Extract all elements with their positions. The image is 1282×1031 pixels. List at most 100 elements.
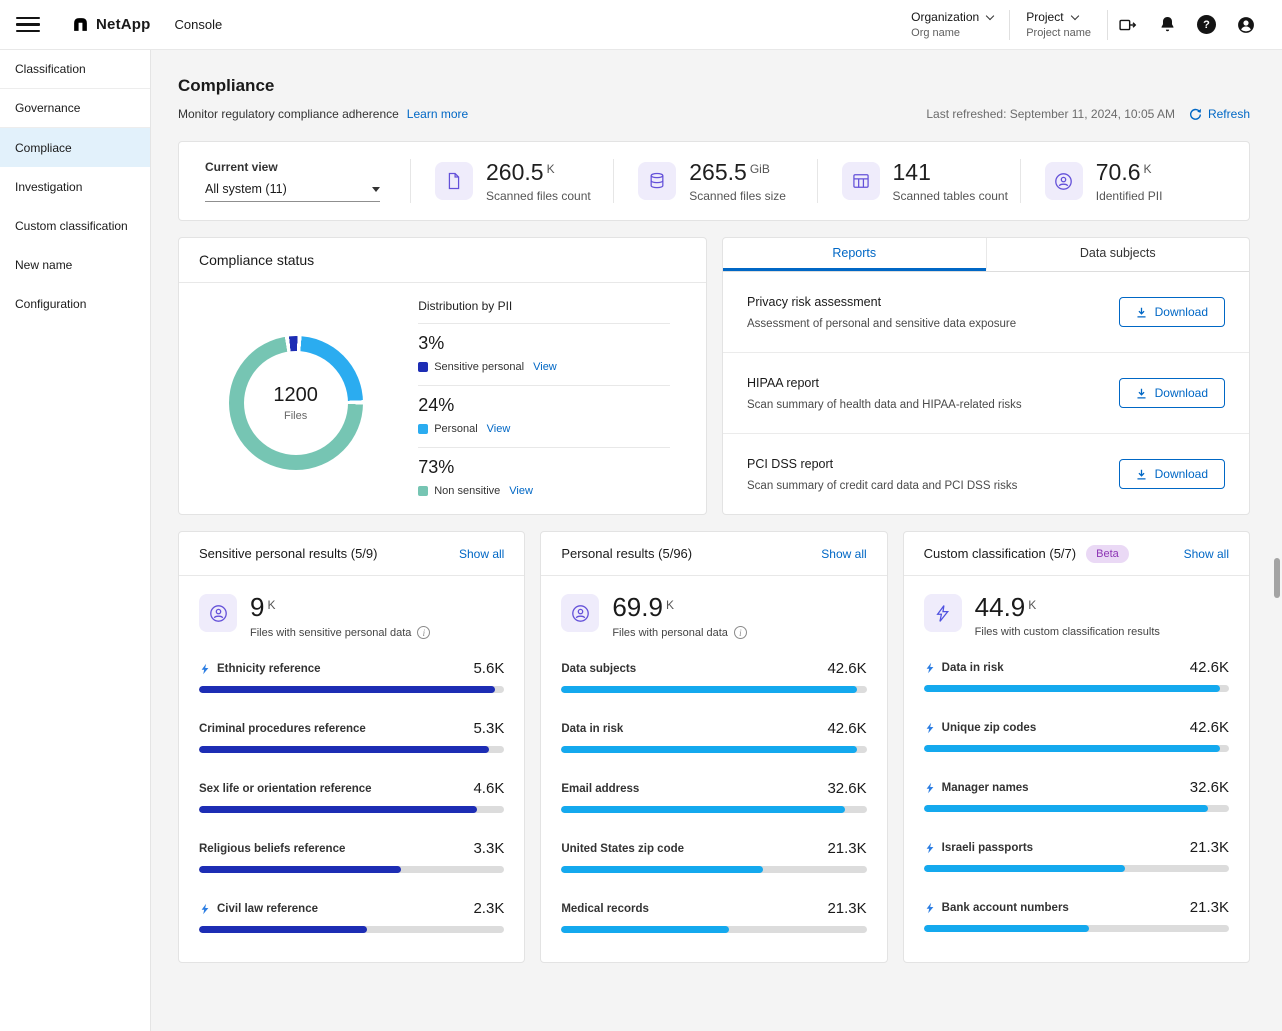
learn-more-link[interactable]: Learn more [407, 107, 468, 121]
organization-selector[interactable]: Organization Org name [911, 10, 993, 39]
current-view-select[interactable]: All system (11) [205, 182, 380, 202]
notifications-icon[interactable] [1158, 15, 1177, 34]
legend-non-sensitive: 73% Non sensitive View [418, 448, 670, 509]
result-row: Bank account numbers 21.3K [924, 899, 1229, 932]
page-title: Compliance [178, 76, 1250, 96]
netapp-mark-icon [72, 16, 89, 33]
bar-fill [561, 806, 845, 813]
file-icon [435, 162, 473, 200]
report-row-hipaa: HIPAA report Scan summary of health data… [723, 353, 1249, 434]
project-value: Project name [1026, 27, 1091, 39]
divider [1107, 10, 1108, 40]
bar-fill [199, 926, 367, 933]
sidebar-item-new-name[interactable]: New name [0, 245, 150, 284]
legend-personal: 24% Personal View [418, 386, 670, 448]
bolt-icon [199, 663, 211, 675]
donut-total: 1200 [273, 384, 318, 407]
distribution-title: Distribution by PII [418, 299, 670, 324]
bar-fill [561, 746, 857, 753]
compliance-status-title: Compliance status [179, 238, 706, 283]
sidebar-item-classification[interactable]: Classification [0, 50, 150, 89]
bolt-icon [924, 594, 962, 632]
download-privacy-risk-button[interactable]: Download [1119, 297, 1225, 327]
chevron-down-icon [1070, 11, 1078, 19]
card-title: Personal results (5/96) [561, 546, 692, 561]
result-row: Data in risk 42.6K [561, 720, 866, 753]
info-icon[interactable] [734, 626, 747, 639]
brand-text: NetApp [96, 16, 151, 33]
result-row: Religious beliefs reference 3.3K [199, 840, 504, 873]
main-content: Compliance Monitor regulatory compliance… [151, 50, 1282, 1031]
chevron-down-icon [986, 11, 994, 19]
legend-swatch [418, 424, 428, 434]
report-row-pci-dss: PCI DSS report Scan summary of credit ca… [723, 434, 1249, 514]
table-icon [842, 162, 880, 200]
scrollbar-thumb[interactable] [1274, 558, 1280, 598]
stat-scanned-tables-count: 141 Scanned tables count [818, 159, 1020, 203]
result-row: Sex life or orientation reference 4.6K [199, 780, 504, 813]
bar-fill [199, 866, 401, 873]
result-row: Criminal procedures reference 5.3K [199, 720, 504, 753]
card-title: Custom classification (5/7) [924, 546, 1076, 561]
bar-fill [199, 746, 489, 753]
result-row: Civil law reference 2.3K [199, 900, 504, 933]
fingerprint-icon [1045, 162, 1083, 200]
fingerprint-icon [199, 594, 237, 632]
current-view-label: Current view [205, 160, 410, 174]
legend-sensitive-personal: 3% Sensitive personal View [418, 324, 670, 386]
bar-fill [924, 925, 1089, 932]
download-pci-dss-button[interactable]: Download [1119, 459, 1225, 489]
download-hipaa-button[interactable]: Download [1119, 378, 1225, 408]
bolt-icon [924, 662, 936, 674]
bar-fill [199, 806, 477, 813]
result-row: Unique zip codes 42.6K [924, 719, 1229, 752]
custom-classification-card: Custom classification (5/7) Beta Show al… [903, 531, 1250, 963]
account-icon[interactable] [1236, 15, 1256, 35]
menu-icon[interactable] [16, 13, 40, 37]
bar-fill [924, 745, 1220, 752]
divider [1009, 10, 1010, 40]
sidebar-item-custom-classification[interactable]: Custom classification [0, 206, 150, 245]
result-row: Manager names 32.6K [924, 779, 1229, 812]
console-label: Console [175, 17, 223, 32]
info-icon[interactable] [417, 626, 430, 639]
project-label: Project [1026, 10, 1063, 24]
legend-swatch [418, 486, 428, 496]
reports-card: Reports Data subjects Privacy risk asses… [722, 237, 1250, 515]
sidebar-item-governance[interactable]: Governance [0, 89, 150, 128]
refresh-button[interactable]: Refresh [1189, 107, 1250, 121]
stat-scanned-files-count: 260.5K Scanned files count [411, 159, 613, 203]
view-link[interactable]: View [533, 361, 557, 373]
result-row: Email address 32.6K [561, 780, 866, 813]
sidebar-item-investigation[interactable]: Investigation [0, 167, 150, 206]
bolt-icon [924, 722, 936, 734]
connector-icon[interactable] [1118, 15, 1138, 35]
project-selector[interactable]: Project Project name [1026, 10, 1091, 39]
show-all-link[interactable]: Show all [459, 547, 504, 561]
bar-fill [561, 866, 763, 873]
result-row: Data in risk 42.6K [924, 659, 1229, 692]
stat-scanned-files-size: 265.5GiB Scanned files size [614, 159, 816, 203]
view-link[interactable]: View [487, 423, 511, 435]
refresh-icon [1189, 108, 1202, 121]
show-all-link[interactable]: Show all [1184, 547, 1229, 561]
bar-fill [924, 805, 1208, 812]
organization-label: Organization [911, 10, 979, 24]
view-link[interactable]: View [509, 485, 533, 497]
stat-identified-pii: 70.6K Identified PII [1021, 159, 1223, 203]
sidebar-item-configuration[interactable]: Configuration [0, 284, 150, 323]
help-icon[interactable] [1197, 15, 1216, 34]
result-row: Israeli passports 21.3K [924, 839, 1229, 872]
show-all-link[interactable]: Show all [821, 547, 866, 561]
donut-total-label: Files [284, 410, 307, 422]
tab-reports[interactable]: Reports [723, 238, 986, 271]
personal-results-card: Personal results (5/96) Show all 69.9K F… [540, 531, 887, 963]
bar-fill [924, 685, 1220, 692]
download-icon [1136, 469, 1147, 480]
bolt-icon [199, 903, 211, 915]
bar-fill [561, 686, 857, 693]
compliance-status-card: Compliance status 1200 Files Distributio… [178, 237, 707, 515]
download-icon [1136, 307, 1147, 318]
tab-data-subjects[interactable]: Data subjects [986, 238, 1250, 271]
sidebar-item-compliace[interactable]: Compliace [0, 128, 150, 167]
